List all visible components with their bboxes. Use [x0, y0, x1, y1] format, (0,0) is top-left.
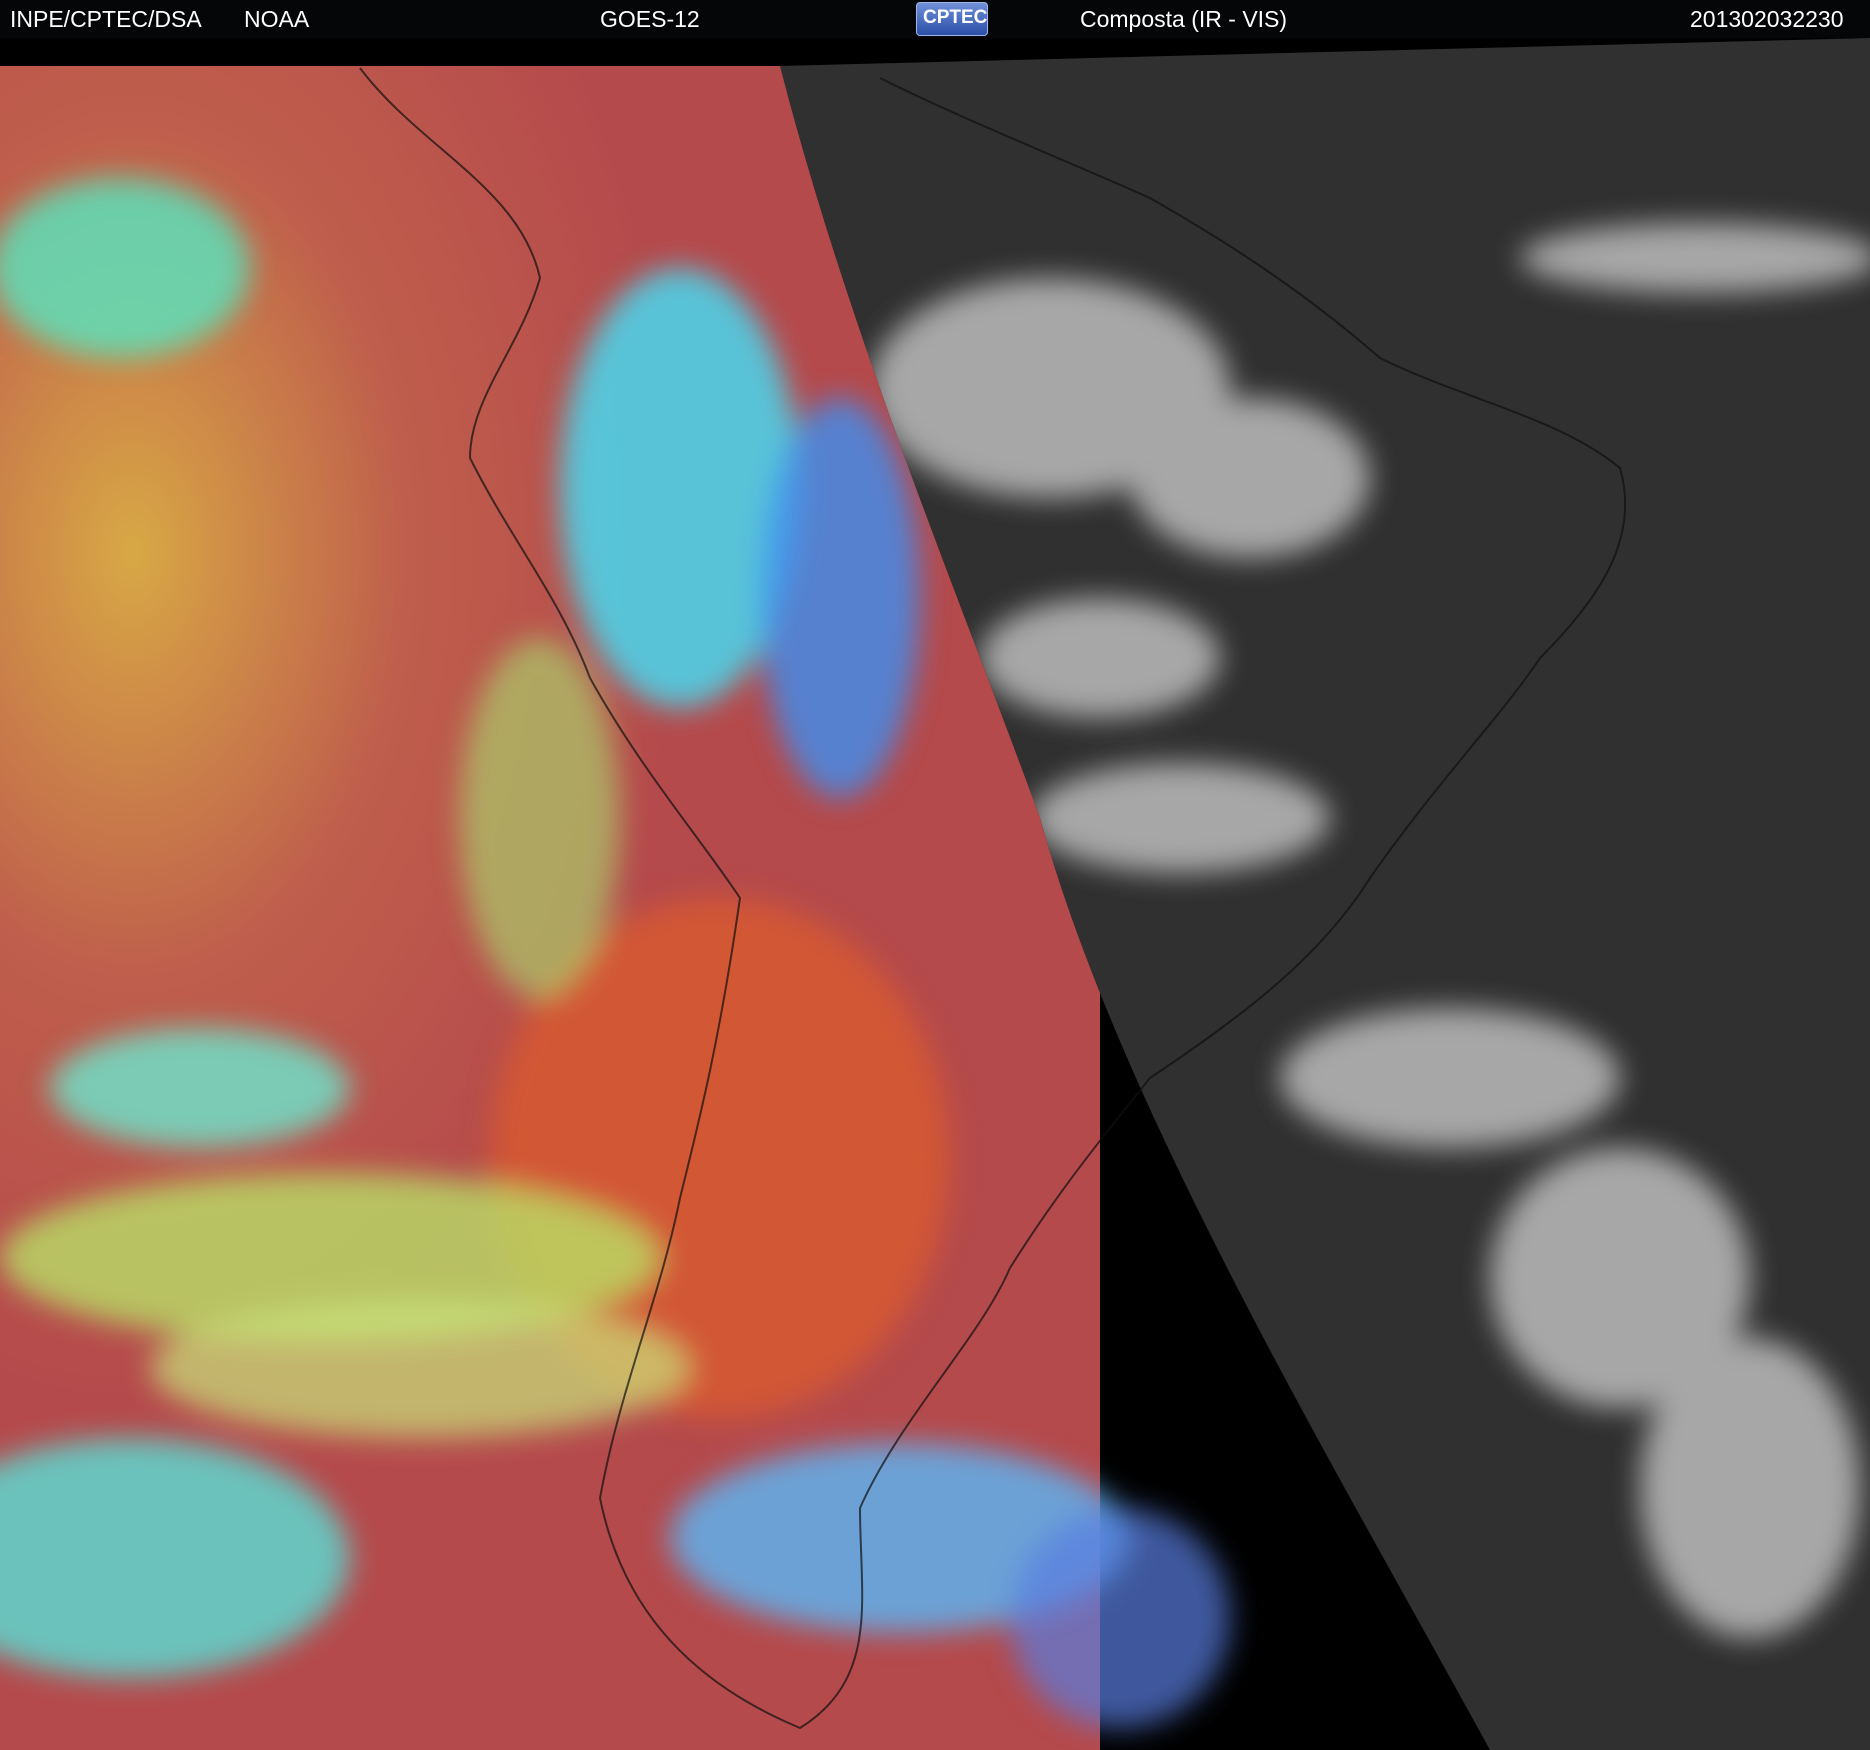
logo-text: CPTEC: [923, 7, 988, 28]
satellite-label: GOES-12: [600, 6, 700, 32]
cptec-logo: CPTEC: [916, 2, 988, 36]
timestamp-label: 201302032230: [1690, 6, 1844, 32]
image-header: INPE/CPTEC/DSA NOAA GOES-12 CPTEC Compos…: [0, 0, 1870, 38]
satellite-composite-map: [0, 38, 1870, 1750]
provider-label: NOAA: [244, 6, 310, 32]
product-label: Composta (IR - VIS): [1080, 6, 1288, 32]
agency-label: INPE/CPTEC/DSA: [10, 6, 202, 32]
